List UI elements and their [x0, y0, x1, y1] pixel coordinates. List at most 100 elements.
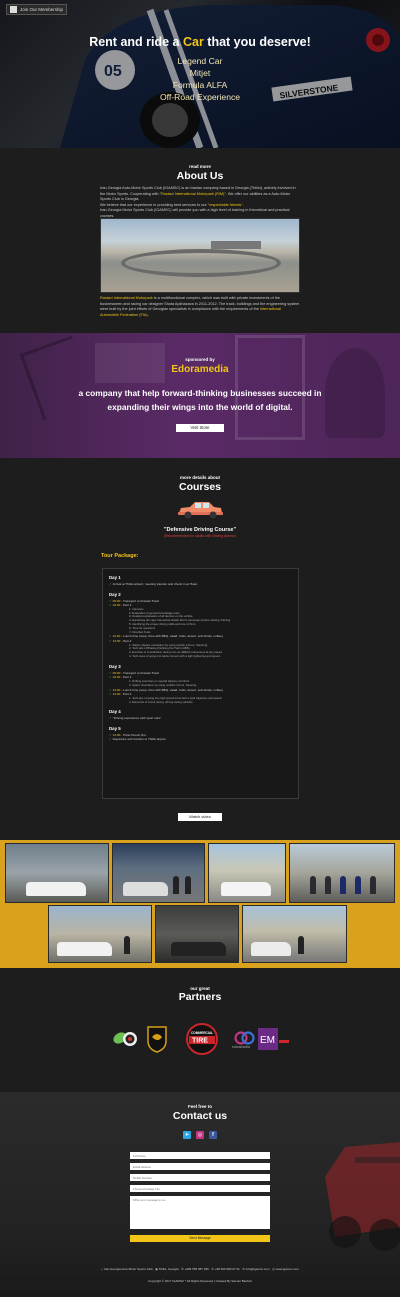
about-paragraph-1: Iran-Georgia Auto-Motor Sports Club (IGA… [100, 186, 300, 220]
check-icon: ✓ [109, 582, 112, 586]
car-shape [57, 942, 112, 956]
car-shape [123, 882, 168, 896]
service-item: Legend Car [177, 56, 223, 66]
phone-1[interactable]: +995 555 587 036 [185, 1267, 209, 1271]
visit-store-button[interactable]: Visit Store [176, 424, 224, 432]
hero-title-pre: Rent and ride a [89, 35, 183, 49]
rim-roundel-logo[interactable] [110, 1028, 138, 1048]
item-text: Arrival at Tbilisi airport, meeting tran… [112, 582, 198, 586]
car-shape [171, 942, 226, 956]
lamborghini-logo[interactable] [146, 1025, 168, 1053]
about-text: Iran-Georgia Motor Sports Club (IGAMSC) … [100, 208, 290, 218]
sponsor-section: sponsored by Edoramedia a company that h… [0, 333, 400, 458]
car-shape [221, 882, 271, 896]
sponsor-tagline: a company that help forward-thinking bus… [78, 388, 322, 412]
edoramedia-logo[interactable]: edoramedia [232, 1030, 258, 1050]
phone-2[interactable]: +98 936 989 67 61 [215, 1267, 240, 1271]
person-shape [340, 876, 346, 894]
package-select[interactable] [130, 1185, 270, 1192]
footer-contact-info: ⌂ Iran-Georgia Auto-Motor Sports Club ◉ … [0, 1267, 400, 1271]
courses-kicker: more details about [179, 475, 220, 480]
email-input[interactable] [130, 1163, 270, 1170]
tire-text: TIRE [192, 1038, 208, 1045]
tour-package-label: Tour Package: [101, 553, 139, 559]
person-shape [355, 876, 361, 894]
facebook-icon[interactable]: f [209, 1131, 217, 1139]
service-item: Formula ALFA [172, 80, 228, 90]
tire-top-text: COMMERCIAL [191, 1031, 213, 1035]
membership-badge[interactable]: Join Our Membership [6, 4, 68, 15]
send-message-button[interactable]: Send Message [130, 1235, 270, 1242]
home-icon: ⌂ [101, 1267, 104, 1271]
check-icon: ✓ [109, 603, 112, 608]
gallery-photo[interactable] [155, 905, 239, 963]
full-name-input[interactable] [130, 1152, 270, 1159]
contact-section: Feel free to Contact us ➤ ◎ f Send Messa… [0, 1092, 400, 1297]
message-textarea[interactable] [130, 1196, 270, 1229]
gallery-photo[interactable] [48, 905, 152, 963]
website-link[interactable]: www.igamsc.com [276, 1267, 299, 1271]
item-text: - Hotel Check Out [120, 732, 146, 737]
gallery-section [0, 840, 400, 968]
badge-label: Join Our Membership [20, 7, 64, 12]
rim-link[interactable]: "Rustavi International Motorpark (RIM)" [160, 192, 226, 196]
em-logo[interactable]: EM [258, 1028, 290, 1050]
friends-link[interactable]: "respectable friends" [208, 203, 243, 207]
courses-title: Courses [178, 481, 221, 493]
telegram-icon[interactable]: ➤ [183, 1131, 191, 1139]
board-decoration [95, 343, 165, 383]
item-text: "Driving experience with sport cars" [112, 716, 162, 721]
sponsor-kicker: sponsored by [185, 357, 215, 362]
check-icon: ✓ [109, 692, 112, 697]
course-title: "Defensive Driving Course" [163, 527, 237, 533]
gallery-photo[interactable] [112, 843, 205, 903]
person-shape [173, 876, 179, 894]
phone-icon: ✆ [211, 1267, 214, 1271]
grandstand-shape [211, 241, 261, 249]
contact-kicker: Feel free to [187, 1104, 212, 1109]
hero-section: 05 SILVERSTONE Join Our Membership Rent … [0, 0, 400, 148]
car-shape [26, 882, 86, 896]
race-car-image [325, 1142, 400, 1251]
partners-section: our great Partners COMMERCIAL TIRE edora… [0, 968, 400, 1092]
contact-title: Contact us [172, 1110, 228, 1122]
day-title: Day 1 [109, 575, 121, 580]
rim-link-2[interactable]: Rustavi International Motorpark [100, 296, 153, 300]
check-icon: ✓ [109, 737, 112, 742]
about-kicker: read more [189, 164, 211, 169]
service-item: Mitjet [189, 68, 211, 78]
sponsor-name: Edoramedia [171, 364, 229, 375]
gallery-photo[interactable] [208, 843, 286, 903]
about-text: . [147, 312, 149, 317]
gallery-photo[interactable] [242, 905, 347, 963]
car-icon [178, 502, 223, 519]
car-shape [251, 942, 291, 956]
check-icon: ✓ [109, 598, 112, 603]
day-title: Day 2 [109, 591, 121, 597]
instagram-icon[interactable]: ◎ [196, 1131, 204, 1139]
item-text: - Transport to Rustavi Track [120, 598, 160, 603]
service-list: Legend Car Mitjet Formula ALFA Off-Road … [0, 55, 400, 103]
commercial-tire-logo[interactable]: COMMERCIAL TIRE [186, 1023, 218, 1055]
em-text: EM [260, 1035, 275, 1046]
person-shape [298, 936, 304, 954]
gallery-photo[interactable] [5, 843, 109, 903]
item-text: - Transport to Rustavi Track [120, 670, 160, 675]
watch-video-button[interactable]: Watch video [178, 813, 222, 821]
address: Tbilisi, Georgia [158, 1267, 179, 1271]
day-title: Day 4 [109, 709, 121, 715]
check-icon: ✓ [109, 634, 112, 639]
item-text: - Lunch time (soup, fries with BBQ, sala… [120, 687, 223, 692]
gallery-photo[interactable] [289, 843, 395, 903]
item-text: Departure and transfer to Tbilisi airpor… [112, 737, 167, 742]
itinerary-box: Day 1 ✓Arrival at Tbilisi airport, meetin… [102, 568, 299, 799]
email-link[interactable]: info@igamsc.com [246, 1267, 270, 1271]
person-shape [185, 876, 191, 894]
mobile-input[interactable] [130, 1174, 270, 1181]
check-icon: ✓ [109, 638, 112, 643]
course-subtitle: (Recommended for adults with Driving lic… [163, 534, 237, 538]
copyright: Copyright © 2017 IGAMSC * All Rights Res… [148, 1279, 252, 1283]
service-item: Off-Road Experience [159, 92, 241, 102]
about-section: read more About Us Iran-Georgia Auto-Mot… [0, 148, 400, 333]
badge-icon [10, 6, 17, 13]
